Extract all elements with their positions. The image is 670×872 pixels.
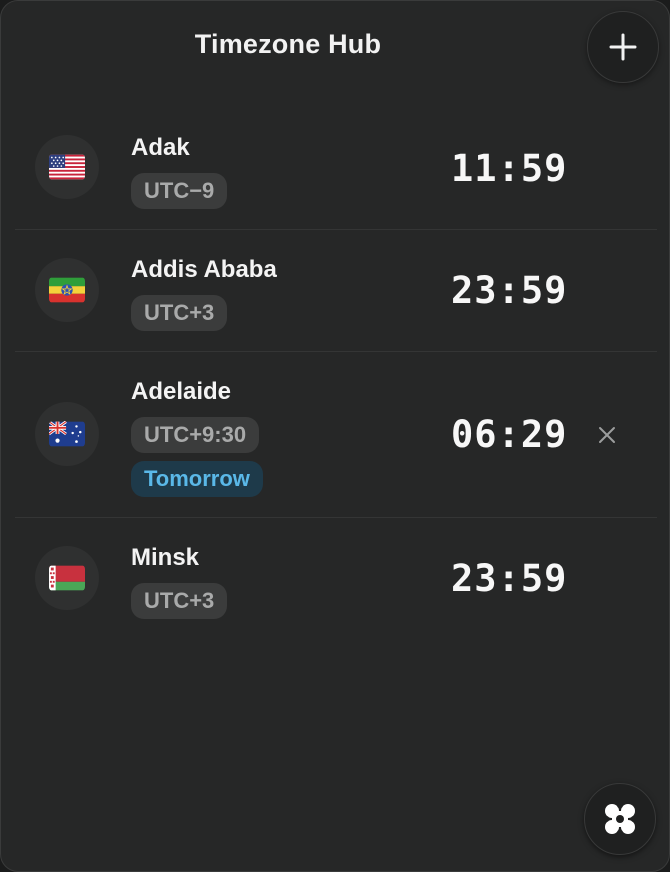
belarus-flag-icon bbox=[49, 565, 85, 591]
tomorrow-badge: Tomorrow bbox=[131, 461, 263, 497]
local-time: 23:59 bbox=[451, 557, 568, 600]
timezone-row[interactable]: Addis Ababa UTC+3 23:59 bbox=[15, 230, 657, 352]
timezone-row[interactable]: Adelaide UTC+9:30 Tomorrow 06:29 bbox=[15, 352, 657, 518]
local-time: 23:59 bbox=[451, 269, 568, 312]
close-icon bbox=[599, 427, 615, 443]
remove-timezone-button[interactable] bbox=[593, 421, 621, 449]
timezone-row[interactable]: Adak UTC−9 11:59 bbox=[15, 108, 657, 230]
app-menu-button[interactable] bbox=[584, 783, 656, 855]
app-title: Timezone Hub bbox=[194, 29, 382, 59]
united-states-flag-icon bbox=[49, 154, 85, 180]
ethiopia-flag-icon bbox=[49, 277, 85, 303]
timezone-hub-panel: Timezone Hub Adak UTC−9 11:59 Addis Abab… bbox=[0, 0, 670, 872]
australia-flag-icon bbox=[49, 421, 85, 447]
plus-icon bbox=[609, 33, 637, 61]
utc-offset-badge: UTC−9 bbox=[131, 173, 228, 209]
city-name: Adelaide bbox=[131, 378, 232, 405]
city-name: Minsk bbox=[131, 544, 200, 571]
app-logo-icon bbox=[602, 801, 638, 837]
city-name: Addis Ababa bbox=[131, 256, 277, 283]
local-time: 06:29 bbox=[451, 413, 568, 456]
utc-offset-badge: UTC+3 bbox=[131, 583, 228, 619]
flag-avatar bbox=[35, 135, 99, 199]
local-time: 11:59 bbox=[451, 147, 568, 190]
utc-offset-badge: UTC+9:30 bbox=[131, 417, 260, 453]
flag-avatar bbox=[35, 402, 99, 466]
timezone-row[interactable]: Minsk UTC+3 23:59 bbox=[15, 518, 657, 640]
add-timezone-button[interactable] bbox=[587, 11, 659, 83]
flag-avatar bbox=[35, 258, 99, 322]
city-name: Adak bbox=[131, 134, 190, 161]
utc-offset-badge: UTC+3 bbox=[131, 295, 228, 331]
flag-avatar bbox=[35, 546, 99, 610]
